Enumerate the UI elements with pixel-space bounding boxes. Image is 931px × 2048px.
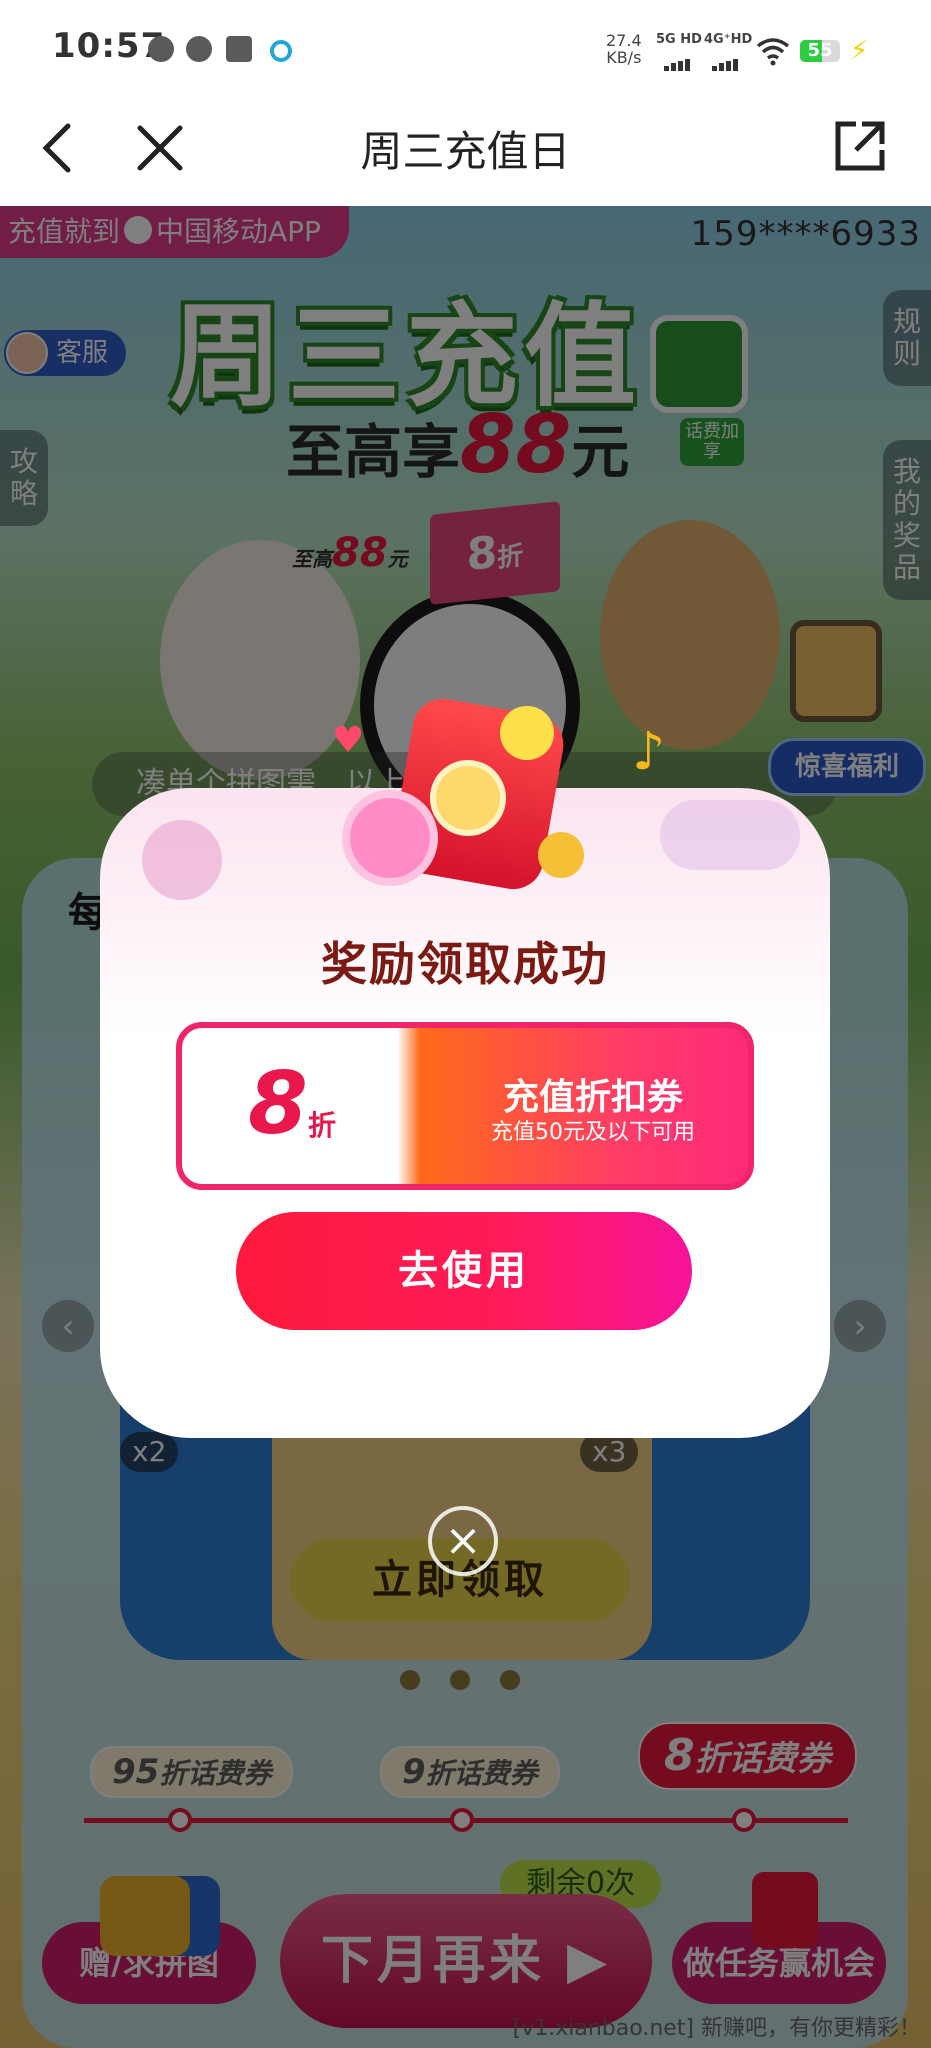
message-icon	[186, 36, 212, 62]
battery-icon: 55	[800, 40, 840, 62]
net-speed-unit: KB/s	[606, 48, 642, 67]
flower-decoration	[142, 820, 222, 900]
flower-icon	[350, 798, 430, 878]
browser-icon	[270, 40, 292, 62]
wifi-icon	[756, 38, 790, 66]
sim2-signal-icon	[712, 52, 740, 71]
share-icon[interactable]	[830, 116, 890, 176]
leaf-decoration	[660, 800, 800, 870]
sim1-label: 5G HD	[656, 32, 702, 47]
heart-icon: ♥	[332, 720, 365, 761]
coupon-unit: 折	[308, 1109, 337, 1142]
net-speed: 27.4 KB/s	[606, 32, 642, 66]
calendar-icon	[226, 36, 252, 62]
battery-text: 55	[807, 40, 833, 61]
coupon-name: 充值折扣券	[502, 1077, 683, 1118]
sim1-signal-icon	[664, 52, 692, 71]
wechat-icon	[148, 36, 174, 62]
modal-title: 奖励领取成功	[321, 937, 609, 991]
coupon-value: 8	[248, 1054, 308, 1154]
net-speed-value: 27.4	[606, 31, 642, 50]
page-title: 周三充值日	[360, 127, 571, 176]
coin-icon	[538, 832, 584, 878]
coupon-description: 充值50元及以下可用	[491, 1120, 695, 1145]
sim2-label: 4G⁺HD	[704, 32, 753, 47]
close-circle-icon[interactable]: ×	[428, 1506, 498, 1576]
charging-icon: ⚡	[850, 36, 869, 66]
smiley-icon	[500, 706, 554, 760]
use-coupon-button[interactable]: 去使用	[236, 1212, 692, 1330]
music-note-icon: ♪	[632, 722, 666, 782]
